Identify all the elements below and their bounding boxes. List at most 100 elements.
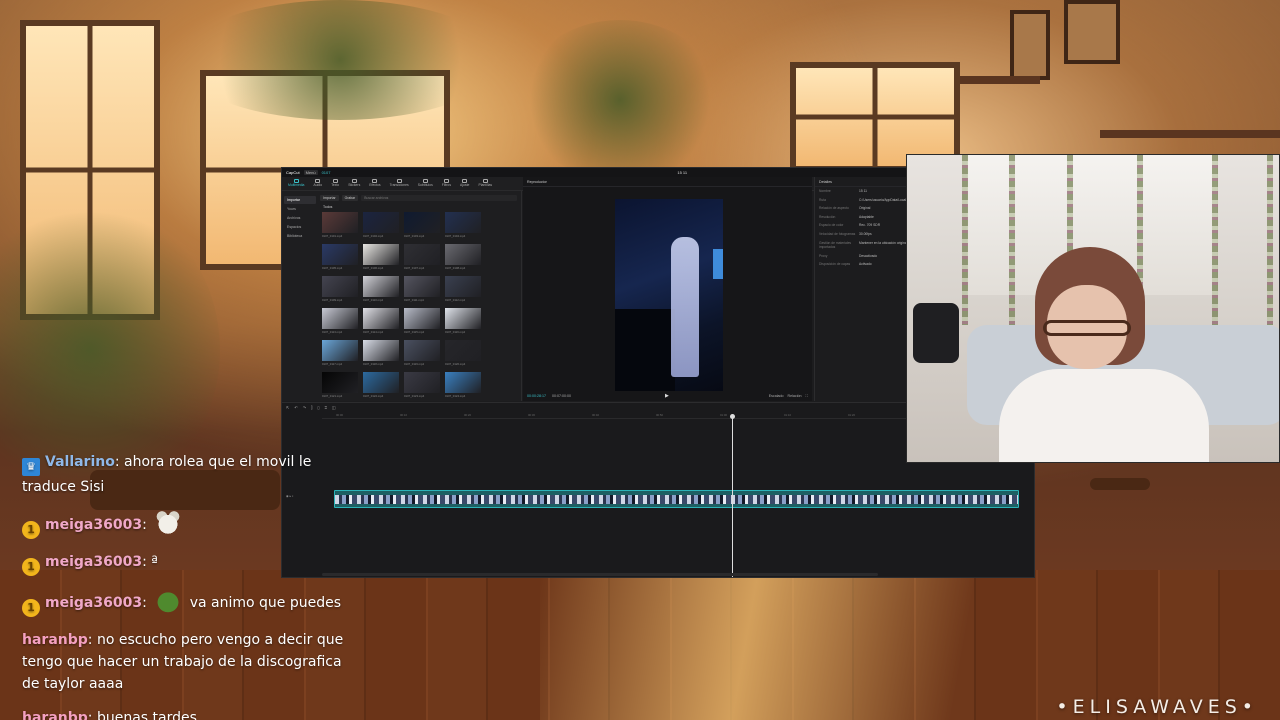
toolbar-item-3[interactable]: Stickers bbox=[348, 179, 360, 187]
chat-separator: : bbox=[142, 595, 152, 611]
toolbar-item-9[interactable]: Plantillas bbox=[478, 179, 492, 187]
timeline-scrollbar[interactable] bbox=[322, 573, 878, 576]
prime-badge-icon: ♛ bbox=[22, 458, 40, 476]
media-sidebar-item[interactable]: Importar bbox=[284, 196, 316, 204]
media-thumbnail-caption: 0107_0121.mp4 bbox=[322, 394, 343, 398]
media-thumbnail[interactable]: 0107_0114.mp4 bbox=[363, 308, 399, 334]
toolbar-item-4[interactable]: Efectos bbox=[369, 179, 381, 187]
media-thumbnail[interactable]: 0107_0124.mp4 bbox=[445, 372, 481, 398]
media-thumbnail[interactable]: 0107_0116.mp4 bbox=[445, 308, 481, 334]
chat-overlay: ♛ Vallarino: ahora rolea que el movil le … bbox=[22, 451, 362, 720]
toolbar-item-6[interactable]: Subtítulos bbox=[418, 179, 433, 187]
play-icon[interactable]: ▶ bbox=[665, 393, 669, 399]
toolbar-item-label: Plantillas bbox=[478, 183, 493, 188]
menu-button[interactable]: Menú bbox=[303, 170, 318, 175]
details-value: Activado bbox=[859, 262, 872, 267]
player-controls: 00:00:28:17 00:07:00:00 ▶ Escalado Relac… bbox=[523, 391, 812, 401]
split-icon[interactable]: ⫿ bbox=[311, 405, 312, 410]
video-scene-counter bbox=[615, 309, 675, 391]
timecode-total: 00:07:00:00 bbox=[552, 394, 571, 398]
chat-message: haranbp: no escucho pero vengo a decir q… bbox=[22, 629, 362, 695]
media-thumbnail[interactable]: 0107_0119.mp4 bbox=[404, 340, 440, 366]
media-thumbnail-caption: 0107_0110.mp4 bbox=[363, 298, 384, 302]
scale-button[interactable]: Escalado bbox=[769, 394, 784, 398]
media-thumbnail[interactable]: 0107_0108.mp4 bbox=[445, 244, 481, 270]
media-thumbnail[interactable]: 0107_0122.mp4 bbox=[363, 372, 399, 398]
details-value: Mantener en la ubicación original bbox=[859, 240, 908, 245]
media-thumbnail[interactable]: 0107_0111.mp4 bbox=[404, 276, 440, 302]
media-thumbnail[interactable]: 0107_0123.mp4 bbox=[404, 372, 440, 398]
details-key: Velocidad de fotogramas bbox=[819, 232, 856, 237]
chat-text: ª bbox=[151, 554, 158, 570]
playhead[interactable] bbox=[730, 414, 735, 577]
fullscreen-icon[interactable]: ⛶ bbox=[805, 394, 808, 398]
media-thumbnail-caption: 0107_0111.mp4 bbox=[404, 298, 424, 302]
media-search-input[interactable]: Buscar archivos bbox=[361, 195, 517, 201]
toolbar-item-2[interactable]: Texto bbox=[331, 179, 339, 187]
media-thumbnail[interactable]: 0107_0105.mp4 bbox=[322, 244, 358, 270]
media-thumbnail-caption: 0107_0119.mp4 bbox=[404, 362, 425, 366]
media-thumbnail[interactable]: 0107_0121.mp4 bbox=[322, 372, 358, 398]
media-section-label: Todos bbox=[323, 205, 333, 209]
toolbar-item-label: Filtros bbox=[441, 183, 452, 188]
chat-separator: : bbox=[87, 710, 97, 720]
chat-text: va animo que puedes bbox=[189, 595, 341, 611]
media-thumbnail[interactable]: 0107_0117.mp4 bbox=[322, 340, 358, 366]
toolbar-item-0[interactable]: Multimedia bbox=[288, 179, 304, 187]
details-value: Original bbox=[859, 206, 871, 211]
media-thumbnail[interactable]: 0107_0110.mp4 bbox=[363, 276, 399, 302]
ratio-button[interactable]: Relación bbox=[788, 394, 802, 398]
import-button[interactable]: Importar bbox=[320, 195, 339, 201]
media-thumbnail[interactable]: 0107_0115.mp4 bbox=[404, 308, 440, 334]
media-thumbnail-caption: 0107_0103.mp4 bbox=[404, 234, 425, 238]
redo-icon[interactable]: ↷ bbox=[303, 405, 306, 410]
ruler-tick-label: 01:20 bbox=[848, 413, 855, 417]
media-thumbnail-caption: 0107_0115.mp4 bbox=[404, 330, 425, 334]
ruler-tick-label: 00:20 bbox=[464, 413, 471, 417]
media-thumbnail-caption: 0107_0117.mp4 bbox=[322, 362, 343, 366]
media-sidebar-item[interactable]: Archivos bbox=[284, 214, 316, 222]
media-thumbnail[interactable]: 0107_0104.mp4 bbox=[445, 212, 481, 238]
details-key: Proxy bbox=[819, 253, 828, 258]
toolbar-item-8[interactable]: Ajuste bbox=[460, 179, 469, 187]
subscriber-badge-icon: 1 bbox=[22, 558, 40, 576]
mirror-icon[interactable]: ◫ bbox=[332, 405, 336, 410]
subscriber-badge-icon: 1 bbox=[22, 521, 40, 539]
chat-username: haranbp bbox=[22, 632, 88, 648]
streamer-glasses bbox=[1043, 320, 1131, 336]
media-thumbnail[interactable]: 0107_0113.mp4 bbox=[322, 308, 358, 334]
select-tool-icon[interactable]: ⇱ bbox=[286, 405, 289, 410]
video-track-clip[interactable] bbox=[334, 490, 1019, 508]
media-sidebar-item[interactable]: Espacios bbox=[284, 223, 316, 231]
details-key: Disposición de capas bbox=[819, 262, 851, 267]
toolbar-item-1[interactable]: Audio bbox=[313, 179, 322, 187]
media-thumbnail-caption: 0107_0122.mp4 bbox=[363, 394, 384, 398]
media-sidebar-item[interactable]: Yours bbox=[284, 205, 316, 213]
media-thumbnail[interactable]: 0107_0103.mp4 bbox=[404, 212, 440, 238]
ruler-tick-label: 00:10 bbox=[400, 413, 407, 417]
media-thumbnail[interactable]: 0107_0106.mp4 bbox=[363, 244, 399, 270]
media-thumbnail[interactable]: 0107_0101.mp4 bbox=[322, 212, 358, 238]
media-thumbnail-caption: 0107_0124.mp4 bbox=[445, 394, 466, 398]
background-floor-light bbox=[540, 570, 1060, 720]
delete-icon[interactable]: ▯ bbox=[317, 405, 319, 410]
media-thumbnail[interactable]: 0107_0112.mp4 bbox=[445, 276, 481, 302]
media-sidebar-item[interactable]: Biblioteca bbox=[284, 232, 316, 240]
toolbar-item-7[interactable]: Filtros bbox=[442, 179, 451, 187]
microphone bbox=[913, 303, 959, 363]
media-thumbnail[interactable]: 0107_0107.mp4 bbox=[404, 244, 440, 270]
media-thumbnail[interactable]: 0107_0118.mp4 bbox=[363, 340, 399, 366]
media-thumbnail-caption: 0107_0108.mp4 bbox=[445, 266, 466, 270]
player-title: Reproductor bbox=[523, 177, 812, 187]
media-thumbnail[interactable]: 0107_0102.mp4 bbox=[363, 212, 399, 238]
video-preview[interactable] bbox=[615, 199, 723, 391]
media-thumbnail[interactable]: 0107_0109.mp4 bbox=[322, 276, 358, 302]
media-thumbnail[interactable]: 0107_0120.mp4 bbox=[445, 340, 481, 366]
media-thumbnail-caption: 0107_0105.mp4 bbox=[322, 266, 343, 270]
crop-icon[interactable]: ⌗ bbox=[325, 405, 327, 410]
toolbar-item-5[interactable]: Transiciones bbox=[390, 179, 409, 187]
record-button[interactable]: Grabar bbox=[341, 195, 359, 201]
chat-message: haranbp: buenas tardes bbox=[22, 707, 362, 720]
toolbar-item-label: Subtítulos bbox=[417, 183, 433, 188]
undo-icon[interactable]: ↶ bbox=[294, 405, 297, 410]
